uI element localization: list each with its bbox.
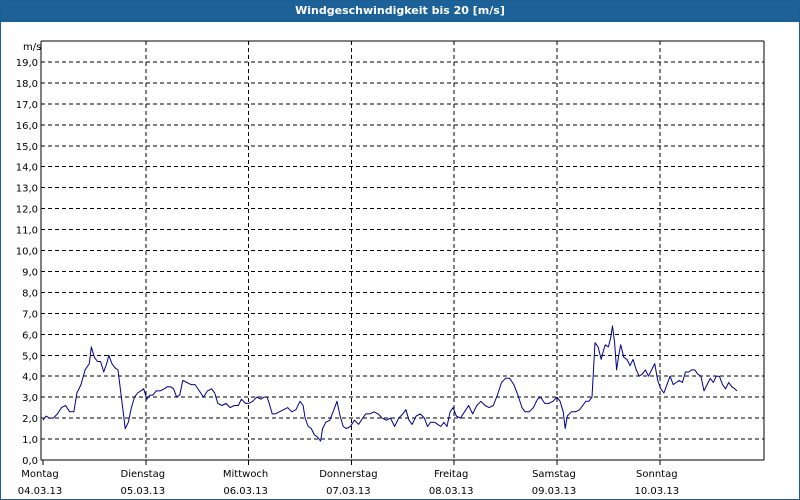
grid [41,41,764,460]
x-tick-date: 05.03.13 [121,486,166,497]
y-tick-label: 10,0 [16,247,38,258]
x-tick-day: Mittwoch [223,469,268,480]
x-tick-date: 09.03.13 [532,486,577,497]
x-tick-day: Montag [21,469,58,480]
y-tick-label: 14,0 [16,163,38,174]
x-tick-day: Samstag [532,469,576,480]
wind-speed-chart: 0,0 1,0 2,0 3,0 4,0 5,0 6,0 7,0 8,0 9,0 10,0 11,0 12… [16,40,765,497]
y-tick-label: 9,0 [22,267,38,278]
x-tick-date: 06.03.13 [223,486,268,497]
y-axis-label: m/s [23,42,41,53]
wind-speed-series-line [42,325,738,442]
y-tick-label: 17,0 [16,100,38,111]
y-tick-label: 6,0 [22,330,38,341]
y-tick-label: 15,0 [16,142,38,153]
y-tick-label: 13,0 [16,184,38,195]
y-tick-label: 4,0 [22,372,38,383]
y-tick-label: 0,0 [22,456,38,467]
y-tick-label: 8,0 [22,288,38,299]
chart-window: Windgeschwindigkeit bis 20 [m/s] 0,0 1,0 2… [0,0,800,500]
y-tick-label: 7,0 [22,309,38,320]
y-tick-label: 18,0 [16,79,38,90]
x-tick-day: Freitag [434,469,468,480]
x-tick-day: Donnerstag [319,469,377,480]
x-tick-date: 08.03.13 [429,486,474,497]
y-tick-label: 1,0 [22,435,38,446]
x-tick-day: Sonntag [636,469,678,480]
x-tick-date: 07.03.13 [326,486,371,497]
y-tick-label: 12,0 [16,205,38,216]
x-axis-ticks: Montag 04.03.13 Dienstag 05.03.13 Mittwoch 06… [18,469,679,497]
y-axis-ticks: 0,0 1,0 2,0 3,0 4,0 5,0 6,0 7,0 8,0 9,0 10,0 11,0 12… [16,58,38,467]
x-tick-day: Dienstag [121,469,166,480]
series-layer [42,325,738,442]
x-tick-date: 10.03.13 [635,486,680,497]
y-tick-label: 5,0 [22,351,38,362]
y-tick-label: 19,0 [16,58,38,69]
y-tick-label: 2,0 [22,414,38,425]
x-tick-date: 04.03.13 [18,486,63,497]
y-tick-label: 11,0 [16,226,38,237]
y-tick-label: 3,0 [22,393,38,404]
axes [40,40,765,465]
y-tick-label: 16,0 [16,121,38,132]
